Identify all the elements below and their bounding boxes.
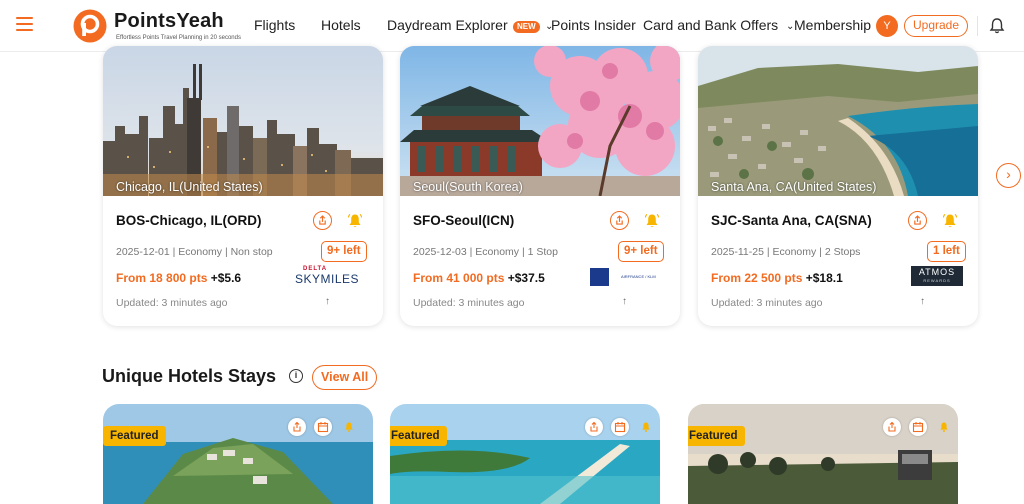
user-avatar[interactable]: Y [876,15,898,37]
updated-time: Updated: 3 minutes ago [413,297,525,309]
flying-blue-badge [590,268,609,286]
nav-card-bank-offers[interactable]: Card and Bank Offers [643,17,778,33]
upgrade-button[interactable]: Upgrade [904,15,969,37]
nav-flights[interactable]: Flights [254,17,295,33]
bell-icon[interactable] [941,212,959,230]
points-price: From 22 500 pts [711,271,803,285]
airline-logo: DELTA SKYMILES [295,266,359,286]
menu-icon[interactable] [16,17,33,31]
bell-icon[interactable] [340,418,358,436]
destination-caption: Santa Ana, CA(United States) [711,180,877,194]
tax-amount: +$37.5 [507,271,545,285]
seats-left-badge: 1 left [927,241,966,262]
brand-name[interactable]: PointsYeah [114,10,224,33]
nav-hotels[interactable]: Hotels [321,17,361,33]
tax-amount: +$5.6 [210,271,242,285]
new-badge: NEW [513,21,540,33]
share-icon[interactable] [585,418,603,436]
flight-details: 2025-12-01 | Economy | Non stop [116,246,273,258]
share-icon[interactable] [313,211,332,230]
share-icon[interactable] [908,211,927,230]
route-title[interactable]: SJC-Santa Ana, CA(SNA) [711,213,872,228]
destination-image [698,46,978,196]
destination-caption: Chicago, IL(United States) [116,180,263,194]
seats-left-badge: 9+ left [618,241,664,262]
flight-card[interactable]: Santa Ana, CA(United States) SJC-Santa A… [698,46,978,326]
price: From 41 000 pts +$37.5 [413,271,545,285]
hotel-card[interactable]: Featured [390,404,660,504]
destination-caption: Seoul(South Korea) [413,180,523,194]
view-all-button[interactable]: View All [312,365,378,390]
nav-membership[interactable]: Membership [794,17,871,33]
airline-logo-small: AIRFRANCE / KLM [621,274,656,279]
carousel-next-button[interactable]: › [996,163,1021,188]
hotel-card[interactable]: Featured [103,404,373,504]
flight-card[interactable]: Seoul(South Korea) SFO-Seoul(ICN) 2025-1… [400,46,680,326]
calendar-icon[interactable] [314,418,332,436]
airline-logo: ATMOS REWARDS [911,266,963,286]
calendar-icon[interactable] [611,418,629,436]
route-title[interactable]: SFO-Seoul(ICN) [413,213,514,228]
share-icon[interactable] [288,418,306,436]
chevron-right-icon: › [1006,166,1011,182]
arrow-up-icon[interactable]: ↑ [920,296,925,307]
flight-details: 2025-11-25 | Economy | 2 Stops [711,246,861,258]
nav-daydream-explorer[interactable]: Daydream Explorer [387,17,508,33]
bell-icon[interactable] [988,17,1006,35]
price: From 22 500 pts +$18.1 [711,271,843,285]
seats-left-badge: 9+ left [321,241,367,262]
calendar-icon[interactable] [909,418,927,436]
featured-badge: Featured [688,426,745,446]
destination-image [400,46,680,196]
share-icon[interactable] [883,418,901,436]
nav-points-insider[interactable]: Points Insider [551,17,636,33]
share-icon[interactable] [610,211,629,230]
flight-details: 2025-12-03 | Economy | 1 Stop [413,246,558,258]
arrow-up-icon[interactable]: ↑ [622,296,627,307]
destination-image [103,46,383,196]
points-price: From 18 800 pts [116,271,208,285]
brand-tagline: Effortless Points Travel Planning in 20 … [116,35,241,41]
flight-card[interactable]: Chicago, IL(United States) BOS-Chicago, … [103,46,383,326]
route-title[interactable]: BOS-Chicago, IL(ORD) [116,213,262,228]
airline-logo-bottom: REWARDS [923,278,951,283]
bell-icon[interactable] [346,212,364,230]
bell-icon[interactable] [637,418,655,436]
bell-icon[interactable] [935,418,953,436]
featured-badge: Featured [103,426,166,446]
price: From 18 800 pts +$5.6 [116,271,241,285]
hotel-image [103,404,373,504]
airline-logo-top: ATMOS [918,267,956,277]
top-header: PointsYeah Effortless Points Travel Plan… [0,0,1024,52]
header-divider [977,16,978,36]
bell-icon[interactable] [643,212,661,230]
hotel-card[interactable]: Featured [688,404,958,504]
points-price: From 41 000 pts [413,271,505,285]
updated-time: Updated: 3 minutes ago [711,297,823,309]
featured-badge: Featured [390,426,447,446]
section-title: Unique Hotels Stays [102,366,277,386]
tax-amount: +$18.1 [805,271,843,285]
pointsyeah-logo[interactable] [73,9,107,43]
info-icon[interactable]: i [289,369,303,383]
arrow-up-icon[interactable]: ↑ [325,296,330,307]
updated-time: Updated: 3 minutes ago [116,297,228,309]
airline-logo-bottom: SKYMILES [295,272,360,286]
